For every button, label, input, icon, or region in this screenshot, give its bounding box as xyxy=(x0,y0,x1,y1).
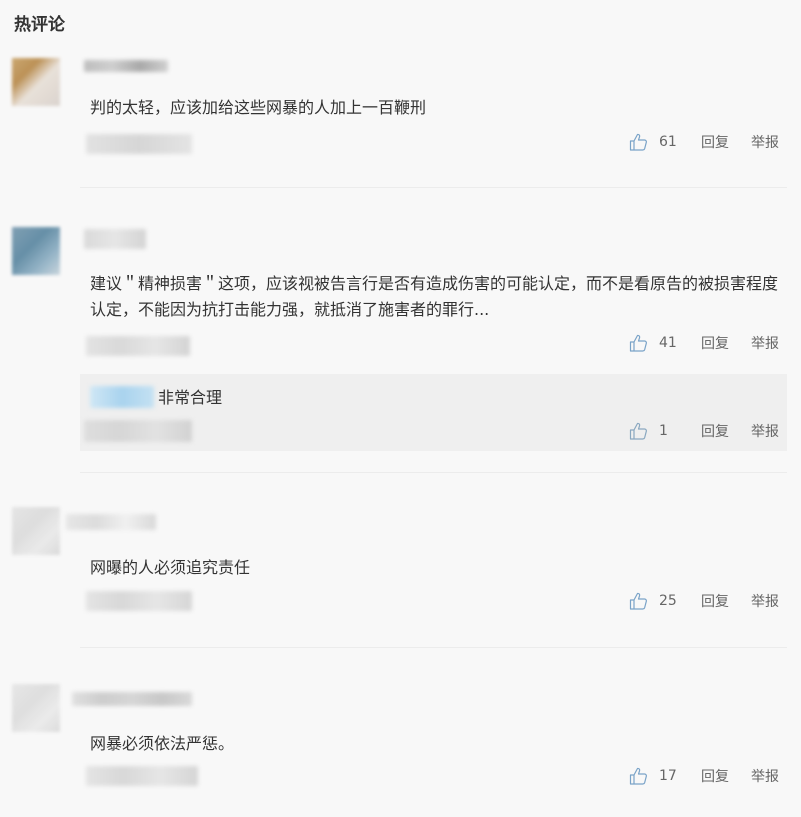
thumbs-up-icon xyxy=(629,592,649,610)
report-button[interactable]: 举报 xyxy=(751,333,779,353)
thumbs-up-icon xyxy=(629,334,649,352)
report-button[interactable]: 举报 xyxy=(751,591,779,611)
comment-content: 网曝的人必须追究责任 xyxy=(90,558,251,577)
reply-content: 非常合理 xyxy=(158,388,223,407)
like-button[interactable]: 41 xyxy=(629,334,679,352)
avatar[interactable] xyxy=(12,58,60,106)
section-title: 热评论 xyxy=(14,15,65,35)
reply-button[interactable]: 回复 xyxy=(701,132,729,152)
like-count: 1 xyxy=(659,423,668,439)
reply-timestamp-blurred xyxy=(84,420,192,442)
comment-content: 建议＂精神损害＂这项，应该视被告言行是否有造成伤害的可能认定，而不是看原告的被损… xyxy=(90,274,779,319)
comment-actions: 61 回复 举报 xyxy=(629,132,779,152)
report-button[interactable]: 举报 xyxy=(751,132,779,152)
reply-button[interactable]: 回复 xyxy=(701,591,729,611)
comment-actions: 25 回复 举报 xyxy=(629,591,779,611)
like-button[interactable]: 61 xyxy=(629,133,679,151)
divider xyxy=(80,647,787,648)
username-blurred[interactable] xyxy=(72,692,192,706)
username-blurred[interactable] xyxy=(84,60,168,72)
avatar[interactable] xyxy=(12,684,60,732)
like-count: 61 xyxy=(659,134,677,150)
like-count: 25 xyxy=(659,593,677,609)
username-blurred[interactable] xyxy=(84,229,146,249)
reply-button[interactable]: 回复 xyxy=(701,421,729,441)
comment-content: 判的太轻，应该加给这些网暴的人加上一百鞭刑 xyxy=(90,98,427,117)
timestamp-blurred xyxy=(86,591,192,611)
like-button[interactable]: 25 xyxy=(629,592,679,610)
report-button[interactable]: 举报 xyxy=(751,421,779,441)
avatar[interactable] xyxy=(12,227,60,275)
thumbs-up-icon xyxy=(629,767,649,785)
timestamp-blurred xyxy=(86,134,192,154)
like-count: 17 xyxy=(659,768,677,784)
username-blurred[interactable] xyxy=(66,514,156,530)
comment-actions: 41 回复 举报 xyxy=(629,333,779,353)
comment-content: 网暴必须依法严惩。 xyxy=(90,734,235,753)
reply-button[interactable]: 回复 xyxy=(701,333,729,353)
divider xyxy=(80,472,787,473)
reply-button[interactable]: 回复 xyxy=(701,766,729,786)
thumbs-up-icon xyxy=(629,133,649,151)
avatar[interactable] xyxy=(12,507,60,555)
timestamp-blurred xyxy=(86,766,198,786)
like-count: 41 xyxy=(659,335,677,351)
reply-actions: 1 回复 举报 xyxy=(629,421,779,441)
comment-actions: 17 回复 举报 xyxy=(629,766,779,786)
reply-username-blurred[interactable] xyxy=(90,386,154,408)
like-button[interactable]: 17 xyxy=(629,767,679,785)
like-button[interactable]: 1 xyxy=(629,422,679,440)
timestamp-blurred xyxy=(86,336,190,356)
thumbs-up-icon xyxy=(629,422,649,440)
report-button[interactable]: 举报 xyxy=(751,766,779,786)
divider xyxy=(80,187,787,188)
